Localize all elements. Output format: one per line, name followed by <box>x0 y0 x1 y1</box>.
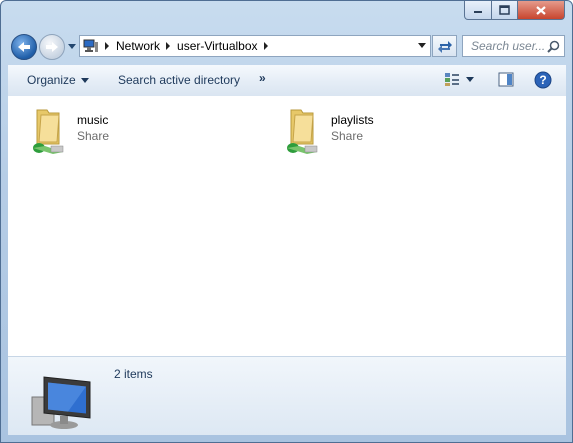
view-options-icon <box>445 73 459 86</box>
search-active-directory-button[interactable]: Search active directory <box>118 73 240 87</box>
refresh-button[interactable] <box>432 35 457 57</box>
arrow-right-icon <box>46 42 58 52</box>
details-pane: 2 items <box>8 356 566 435</box>
network-icon <box>83 39 98 52</box>
window-frame: Network user-Virtualbox Search user... O… <box>0 0 573 443</box>
organize-button[interactable]: Organize <box>27 73 89 87</box>
preview-pane-icon <box>498 72 514 87</box>
breadcrumb-separator-icon[interactable] <box>166 42 171 50</box>
list-item[interactable]: playlists Share <box>279 104 374 156</box>
preview-pane-button[interactable] <box>498 72 514 87</box>
close-button[interactable] <box>517 1 565 20</box>
item-text: music Share <box>77 113 109 156</box>
item-text: playlists Share <box>331 113 374 156</box>
maximize-icon <box>499 5 510 15</box>
address-bar[interactable]: Network user-Virtualbox <box>79 35 431 57</box>
minimize-icon <box>474 11 482 13</box>
organize-label: Organize <box>27 73 76 87</box>
item-name: playlists <box>331 113 374 127</box>
refresh-icon <box>437 41 452 53</box>
breadcrumb-network[interactable]: Network <box>116 39 160 53</box>
item-type: Share <box>77 129 110 143</box>
address-dropdown-icon[interactable] <box>418 43 426 48</box>
close-icon <box>536 5 546 15</box>
command-bar: Organize Search active directory » ? <box>8 65 566 97</box>
recent-pages-button[interactable] <box>67 41 77 53</box>
breadcrumb-separator-icon[interactable] <box>105 42 109 50</box>
view-options-dropdown[interactable] <box>466 77 474 83</box>
navigation-bar: Network user-Virtualbox Search user... <box>1 27 573 65</box>
shared-folder-icon <box>33 109 64 154</box>
maximize-button[interactable] <box>491 1 518 20</box>
search-placeholder: Search user... <box>471 39 546 53</box>
item-type: Share <box>331 129 364 143</box>
search-icon[interactable] <box>547 40 560 53</box>
item-name: music <box>77 113 109 127</box>
shared-folder-icon <box>287 109 318 154</box>
computer-icon <box>31 376 91 429</box>
arrow-left-icon <box>18 42 30 52</box>
title-bar[interactable] <box>1 1 573 27</box>
chevron-down-icon <box>68 44 76 49</box>
search-input[interactable]: Search user... <box>462 35 565 57</box>
more-commands-button[interactable]: » <box>259 71 266 85</box>
minimize-button[interactable] <box>464 1 492 20</box>
svg-text:?: ? <box>539 73 546 87</box>
list-item[interactable]: music Share <box>25 104 109 156</box>
change-view-button[interactable] <box>444 72 460 87</box>
item-count: 2 items <box>114 367 153 381</box>
help-icon: ? <box>534 71 552 89</box>
chevron-down-icon <box>466 77 474 82</box>
breadcrumb-user-virtualbox[interactable]: user-Virtualbox <box>177 39 257 53</box>
chevron-down-icon <box>80 77 89 83</box>
help-button[interactable]: ? <box>534 71 552 89</box>
search-active-directory-label: Search active directory <box>118 73 241 87</box>
more-commands-label: » <box>259 71 266 85</box>
back-button[interactable] <box>11 34 37 60</box>
file-list[interactable]: music Share playlists Share <box>8 96 566 356</box>
forward-button[interactable] <box>39 34 65 60</box>
breadcrumb-separator-icon[interactable] <box>263 42 268 50</box>
